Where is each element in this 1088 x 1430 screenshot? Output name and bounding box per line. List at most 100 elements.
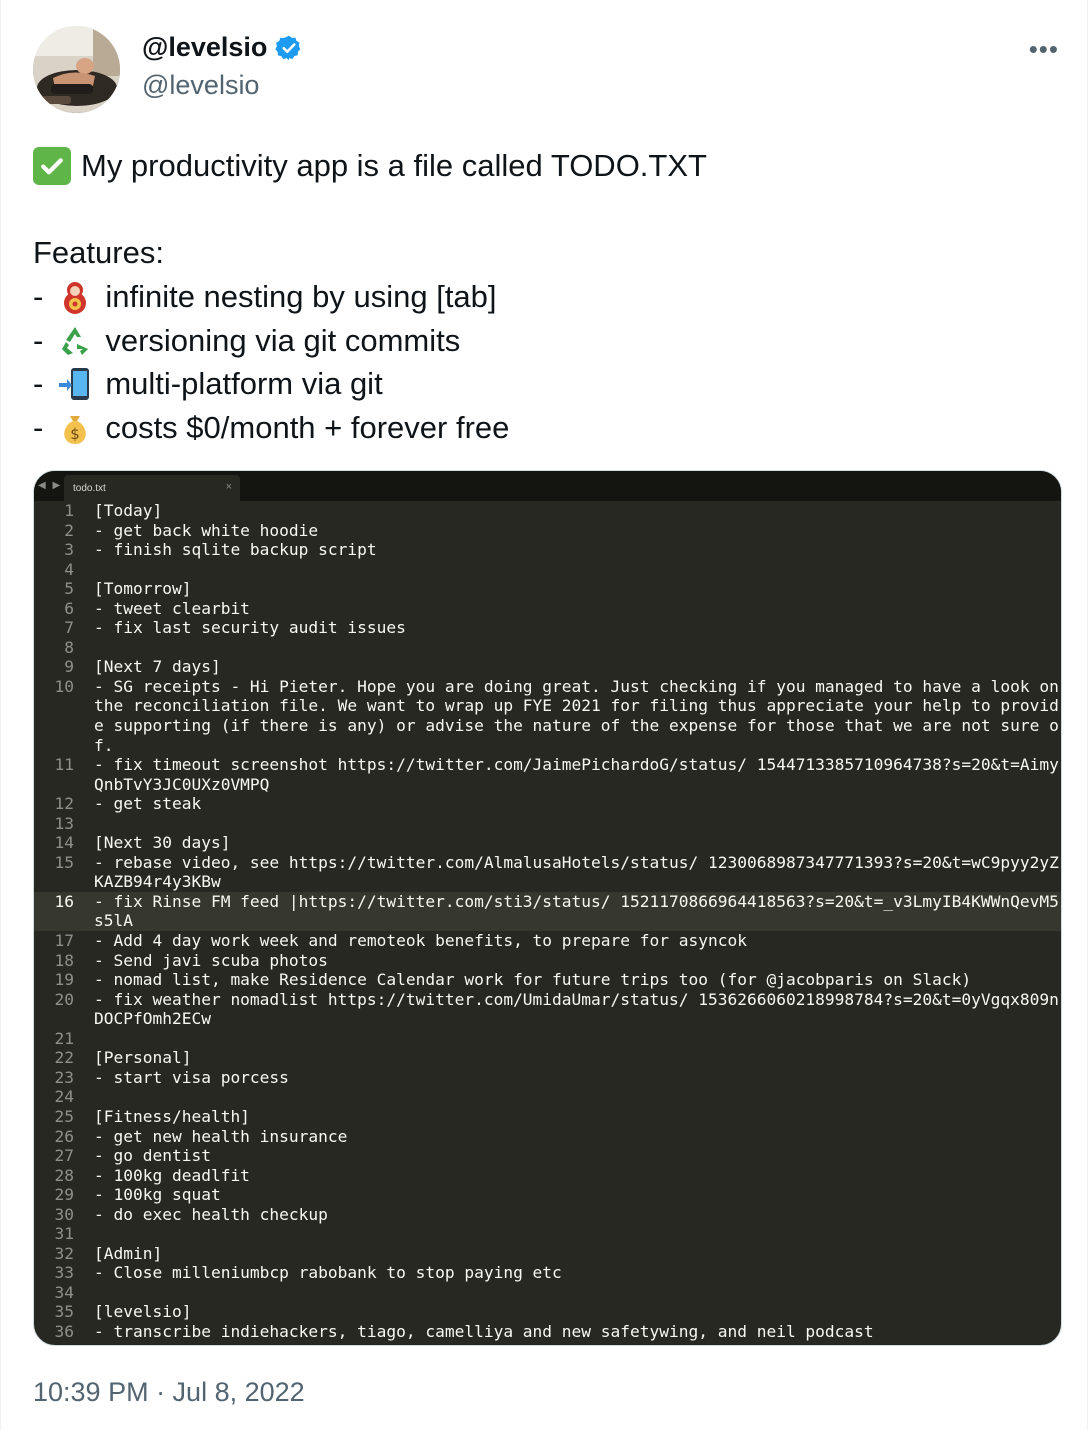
line-number: 4 <box>64 559 74 579</box>
line-text <box>74 1087 1059 1107</box>
line-text: - get back white hoodie <box>94 520 319 540</box>
line-text <box>74 1224 1059 1244</box>
line-text: - get steak <box>94 794 202 814</box>
line-number: 21 <box>54 1028 75 1048</box>
code-line: 26 - get new health insurance <box>34 1126 1061 1147</box>
code-line: 32 [Admin] <box>34 1243 1061 1264</box>
line-text: - 100kg squat <box>94 1185 221 1205</box>
feature-text: multi-platform via git <box>105 366 383 402</box>
line-number: 16 <box>54 891 75 911</box>
line-text: - start visa porcess <box>94 1067 289 1087</box>
line-number: 34 <box>54 1282 75 1302</box>
line-number: 9 <box>64 657 74 677</box>
code-line: 25 [Fitness/health] <box>34 1106 1061 1127</box>
line-number: 35 <box>54 1302 75 1322</box>
code-line: 5 [Tomorrow] <box>34 579 1061 599</box>
line-number: 26 <box>54 1126 75 1146</box>
editor-content: 1 [Today] 2 - get back white hoodie 3 - finis… <box>34 501 1061 1345</box>
verified-badge-icon <box>275 34 303 62</box>
features-heading: Features: <box>33 235 164 271</box>
more-options-icon[interactable]: ••• <box>1029 36 1059 62</box>
line-number: 13 <box>54 813 75 833</box>
editor-screenshot-image[interactable]: ◀ ▶ todo.txt × 1 [Today] 2 - get back white… <box>33 470 1062 1346</box>
tab-nav-arrows-icon: ◀ ▶ <box>38 480 63 491</box>
editor-tab-bar: ◀ ▶ todo.txt × <box>34 471 1061 501</box>
line-text: [Tomorrow] <box>94 579 192 599</box>
list-dash: - <box>33 366 44 402</box>
line-text: - go dentist <box>94 1146 211 1166</box>
svg-text:$: $ <box>71 425 81 443</box>
avatar[interactable] <box>33 26 120 113</box>
line-number: 22 <box>54 1048 75 1068</box>
code-line: 9 [Next 7 days] <box>34 657 1061 677</box>
line-number: 15 <box>54 852 75 872</box>
line-number: 31 <box>54 1224 75 1244</box>
line-text: - tweet clearbit <box>94 598 250 618</box>
tweet-line-features: Features: <box>33 231 1053 275</box>
tweet-text: My productivity app is a file called TOD… <box>33 144 1053 450</box>
author-handle[interactable]: @levelsio <box>142 70 259 101</box>
line-number: 24 <box>54 1087 75 1107</box>
line-number: 19 <box>54 970 75 990</box>
line-text <box>74 560 1059 580</box>
line-text: - fix Rinse FM feed |https://twitter.com… <box>94 891 1059 931</box>
line-number: 27 <box>54 1146 75 1166</box>
code-line: 22 [Personal] <box>34 1048 1061 1068</box>
list-dash: - <box>33 410 44 446</box>
code-line: 16 - fix Rinse FM feed |https://twitter.c… <box>34 891 1061 932</box>
line-number: 28 <box>54 1165 75 1185</box>
line-text: - transcribe indiehackers, tiago, camell… <box>94 1321 874 1341</box>
line-text: [Admin] <box>94 1243 163 1263</box>
feature-item: - multi-platform via git <box>33 362 1053 406</box>
code-line: 36 - transcribe indiehackers, tiago, came… <box>34 1321 1061 1342</box>
feature-text: costs $0/month + forever free <box>105 410 510 446</box>
line-number: 11 <box>54 755 75 775</box>
tweet-timestamp[interactable]: 10:39 PM · Jul 8, 2022 <box>33 1377 305 1408</box>
code-line: 19 - nomad list, make Residence Calendar … <box>34 970 1061 990</box>
line-text <box>74 814 1059 834</box>
line-text: - do exec health checkup <box>94 1204 328 1224</box>
code-line: 10 - SG receipts - Hi Pieter. Hope you ar… <box>34 677 1061 755</box>
line-number: 5 <box>64 579 74 599</box>
code-line: 34 <box>34 1282 1061 1303</box>
code-line: 15 - rebase video, see https://twitter.co… <box>34 852 1061 892</box>
feature-item: - versioning via git commits <box>33 319 1053 363</box>
line-number: 17 <box>54 931 75 951</box>
feature-text: versioning via git commits <box>105 322 461 358</box>
line-number: 8 <box>64 637 74 657</box>
line-text: [Fitness/health] <box>94 1106 250 1126</box>
display-name[interactable]: @levelsio <box>142 32 267 63</box>
line-number: 14 <box>54 833 75 853</box>
line-text: - Send javi scuba photos <box>94 950 328 970</box>
line-text: [Next 7 days] <box>94 657 221 677</box>
feature-item: - $ costs $0/month + forever free <box>33 406 1053 450</box>
editor-tab: todo.txt × <box>64 475 240 501</box>
money-bag-icon: $ <box>57 410 93 446</box>
line-number: 18 <box>54 950 75 970</box>
list-dash: - <box>33 279 44 315</box>
code-line: 24 <box>34 1087 1061 1107</box>
code-line: 13 <box>34 813 1061 834</box>
line-text: [Next 30 days] <box>94 833 231 853</box>
code-line: 3 - finish sqlite backup script <box>34 540 1061 560</box>
line-text: - Add 4 day work week and remoteok benef… <box>94 931 747 951</box>
author-name-row: @levelsio <box>142 32 303 63</box>
code-line: 21 <box>34 1028 1061 1049</box>
line-number: 7 <box>64 618 74 638</box>
tweet-headline-text: My productivity app is a file called TOD… <box>81 148 707 183</box>
line-text: - nomad list, make Residence Calendar wo… <box>94 970 972 990</box>
code-line: 8 <box>34 637 1061 658</box>
feature-item: - infinite nesting by using [tab] <box>33 275 1053 319</box>
tweet-line-headline: My productivity app is a file called TOD… <box>33 144 1053 188</box>
line-number: 1 <box>64 501 74 520</box>
code-line: 35 [levelsio] <box>34 1302 1061 1322</box>
code-line: 23 - start visa porcess <box>34 1067 1061 1088</box>
code-line: 4 <box>34 559 1061 580</box>
line-text: [Today] <box>94 501 163 520</box>
line-number: 20 <box>54 989 75 1009</box>
line-number: 6 <box>64 598 74 618</box>
code-line: 17 - Add 4 day work week and remoteok ben… <box>34 931 1061 951</box>
line-text: [levelsio] <box>94 1302 192 1322</box>
tab-filename: todo.txt <box>73 483 106 494</box>
